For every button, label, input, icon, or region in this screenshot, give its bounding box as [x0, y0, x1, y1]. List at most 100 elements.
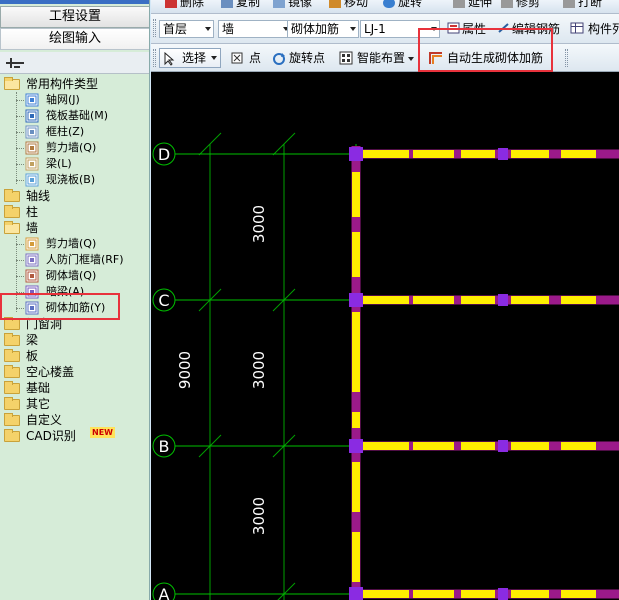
folder-icon	[4, 429, 20, 442]
component-list-icon	[570, 22, 584, 34]
wall-node	[349, 587, 363, 600]
tree-item-component[interactable]: 剪力墙(Q)	[0, 140, 149, 156]
rebar-segment	[511, 296, 549, 304]
tree-connector	[16, 244, 24, 245]
tree-item-component[interactable]: 现浇板(B)	[0, 172, 149, 188]
chevron-down-icon	[205, 27, 211, 31]
tree-item-label: 筏板基础(M)	[46, 109, 109, 122]
delete-button[interactable]: 删除	[165, 0, 204, 10]
extend-button[interactable]: 延伸	[453, 0, 492, 10]
tree-item-component[interactable]: 砌体墙(Q)	[0, 268, 149, 284]
dimension-labels: 3000 3000 3000 9000	[176, 205, 268, 535]
project-settings-button[interactable]: 工程设置	[0, 6, 149, 28]
tree-connector	[16, 260, 24, 261]
move-button[interactable]: 移动	[329, 0, 368, 10]
trim-icon	[501, 0, 513, 8]
component-icon	[25, 237, 39, 251]
rebar-segment	[413, 150, 454, 158]
tree-item-component[interactable]: 人防门框墙(RF)	[0, 252, 149, 268]
tree-item-label: 现浇板(B)	[46, 173, 96, 186]
tree-item-folder[interactable]: 空心楼盖	[0, 364, 149, 380]
tree-item-component[interactable]: 轴网(J)	[0, 92, 149, 108]
component-icon	[25, 109, 39, 123]
component-type-select[interactable]: 砌体加筋	[287, 20, 359, 38]
tree-item-label: 剪力墙(Q)	[46, 237, 97, 250]
extend-icon	[453, 0, 465, 8]
tree-folder-label: CAD识别	[26, 429, 76, 443]
copy-icon	[221, 0, 233, 8]
rotate-point-button[interactable]: 旋转点	[289, 50, 325, 66]
folder-icon	[4, 349, 20, 362]
smart-layout-icon	[339, 51, 353, 65]
tree-item-component[interactable]: 框柱(Z)	[0, 124, 149, 140]
break-button[interactable]: 打断	[563, 0, 602, 10]
trim-button[interactable]: 修剪	[501, 0, 540, 10]
category-select[interactable]: 墙	[218, 20, 292, 38]
toolbar-grip[interactable]	[153, 49, 156, 67]
rebar-segment	[511, 442, 549, 450]
category-value: 墙	[222, 22, 235, 36]
rebar-segment	[363, 590, 409, 598]
dim-label-top: 3000	[250, 205, 268, 243]
tree-item-folder[interactable]: 柱	[0, 204, 149, 220]
rotate-label: 旋转	[398, 0, 423, 9]
mirror-icon	[273, 0, 285, 8]
toolbar-grip[interactable]	[565, 49, 568, 67]
trim-label: 修剪	[516, 0, 541, 9]
tree-toolbar	[0, 52, 149, 74]
tree-item-label: 梁(L)	[46, 157, 72, 170]
rebar-segment	[511, 590, 549, 598]
rebar-segment	[561, 590, 596, 598]
tree-item-component[interactable]: 剪力墙(Q)	[0, 236, 149, 252]
collapse-all-icon[interactable]	[14, 58, 26, 68]
tree-item-component[interactable]: 筏板基础(M)	[0, 108, 149, 124]
smart-layout-button[interactable]: 智能布置	[357, 50, 405, 66]
component-list-button[interactable]: 构件列	[588, 21, 619, 37]
drawing-canvas[interactable]: D C B A 3000 3000 3000 9000	[151, 72, 619, 600]
tree-item-folder[interactable]: 板	[0, 348, 149, 364]
delete-icon	[165, 0, 177, 8]
floor-value: 首层	[163, 22, 188, 36]
tree-item-component[interactable]: 梁(L)	[0, 156, 149, 172]
edit-toolbar: 删除 复制 镜像 移动 旋转 延伸 修剪 打断	[151, 0, 619, 14]
select-button[interactable]: 选择	[159, 48, 221, 68]
rebar-segment	[352, 532, 360, 582]
tree-connector	[16, 180, 24, 181]
highlight-box-toolbar	[418, 28, 553, 72]
tree-item-folder[interactable]: 墙	[0, 220, 149, 236]
axis-grid: D C B A	[152, 142, 619, 600]
tree-item-folder[interactable]: CAD识别 NEW	[0, 427, 149, 444]
break-label: 打断	[578, 0, 603, 9]
chevron-down-icon[interactable]	[408, 57, 414, 61]
chevron-down-icon	[350, 27, 356, 31]
tree-folder-label: 轴线	[26, 189, 51, 203]
tree-item-folder[interactable]: 常用构件类型	[0, 76, 149, 92]
rotate-icon	[383, 0, 395, 8]
walls[interactable]	[349, 146, 619, 600]
wall-node	[349, 147, 363, 161]
tree-item-label: 人防门框墙(RF)	[46, 253, 124, 266]
tree-item-folder[interactable]: 轴线	[0, 188, 149, 204]
rotate-button[interactable]: 旋转	[383, 0, 422, 10]
tree-item-folder[interactable]: 基础	[0, 380, 149, 396]
tree-item-label: 轴网(J)	[46, 93, 80, 106]
rebar-segment	[363, 150, 409, 158]
cad-drawing[interactable]: D C B A 3000 3000 3000 9000	[151, 72, 619, 600]
rebar-segment	[561, 442, 596, 450]
break-icon	[563, 0, 575, 8]
folder-icon	[4, 189, 20, 202]
folder-icon	[4, 317, 20, 330]
dimension-lines	[198, 132, 296, 600]
floor-select[interactable]: 首层	[159, 20, 214, 38]
tree-item-folder[interactable]: 梁	[0, 332, 149, 348]
tree-item-folder[interactable]: 其它	[0, 396, 149, 412]
rebar-segment	[352, 462, 360, 512]
copy-button[interactable]: 复制	[221, 0, 260, 10]
tree-item-label: 砌体墙(Q)	[46, 269, 97, 282]
tree-item-folder[interactable]: 自定义	[0, 412, 149, 428]
point-button[interactable]: 点	[249, 50, 261, 66]
mirror-button[interactable]: 镜像	[273, 0, 312, 10]
tree-item-label: 框柱(Z)	[46, 125, 85, 138]
drawing-input-button[interactable]: 绘图输入	[0, 28, 149, 50]
toolbar-grip[interactable]	[153, 19, 156, 37]
